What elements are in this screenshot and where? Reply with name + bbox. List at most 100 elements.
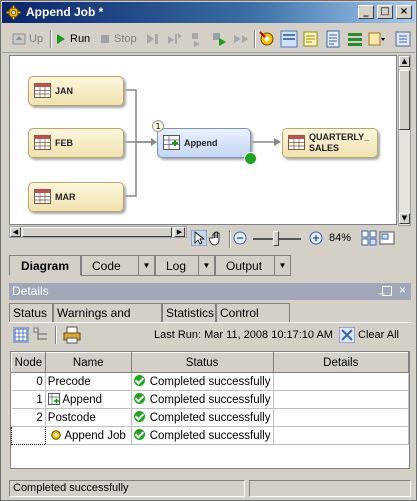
column-header-details[interactable]: Details: [272, 352, 409, 373]
step-icon[interactable]: [144, 30, 162, 48]
row-status: Completed successfully: [149, 376, 271, 388]
panel-close-button[interactable]: ×: [396, 284, 409, 297]
step-over-icon[interactable]: [166, 30, 184, 48]
tab-code[interactable]: Code ▼: [81, 255, 155, 276]
run-from-icon[interactable]: [188, 30, 206, 48]
pointer-icon[interactable]: [191, 230, 207, 246]
properties-icon[interactable]: [324, 30, 342, 48]
diagram-view-icon[interactable]: [280, 30, 298, 48]
column-header-node[interactable]: Node: [11, 352, 46, 373]
cell-details: [273, 372, 409, 391]
zoom-in-icon[interactable]: [309, 231, 323, 245]
tab-status[interactable]: Status: [9, 303, 53, 323]
up-button[interactable]: Up: [12, 31, 43, 47]
job-gear-icon: [51, 430, 61, 440]
details-tabs: Status Warnings and Errors Statistics Co…: [9, 303, 411, 334]
table-row[interactable]: Append Job Completed successfully: [11, 426, 409, 445]
node-label-feb: FEB: [55, 138, 73, 148]
chevron-down-icon[interactable]: ▼: [198, 256, 214, 275]
pan-hand-icon[interactable]: [209, 230, 225, 246]
toolbar-separator: [229, 230, 231, 248]
table-header-row: Node Name Status Details: [11, 352, 409, 373]
success-check-icon: [133, 393, 145, 404]
diagram-vertical-scrollbar[interactable]: ▲ ▼: [398, 55, 411, 226]
scroll-right-button[interactable]: ▶: [174, 227, 185, 237]
run-selected-icon[interactable]: [210, 30, 228, 48]
scroll-thumb[interactable]: [22, 227, 172, 237]
node-label-output-1: QUARTERLY_: [309, 132, 370, 142]
node-label-output-2: SALES: [309, 143, 340, 153]
table-row[interactable]: 0 Precode Completed successfully: [11, 372, 409, 391]
table-row[interactable]: 1 Append Completed successfully: [11, 390, 409, 409]
fit-to-window-icon[interactable]: [361, 230, 377, 246]
zoom-slider-thumb[interactable]: [273, 231, 279, 246]
toolbar-separator: [254, 30, 256, 48]
tab-statistics-label: Statistics: [166, 306, 215, 320]
cell-node: 1: [11, 390, 46, 409]
maximize-button[interactable]: □: [377, 5, 393, 19]
column-header-status[interactable]: Status: [130, 352, 274, 373]
append-transform-icon: [163, 135, 180, 150]
overview-icon[interactable]: [379, 230, 395, 246]
tree-view-icon[interactable]: [33, 327, 49, 343]
notes-icon[interactable]: [302, 30, 320, 48]
column-header-name[interactable]: Name: [44, 352, 132, 373]
tab-log-label: Log: [166, 258, 187, 273]
tab-log[interactable]: Log ▼: [155, 255, 215, 276]
append-transform-icon: [47, 393, 60, 405]
table-row[interactable]: 2 Postcode Completed successfully: [11, 408, 409, 427]
zoom-out-icon[interactable]: [233, 231, 247, 245]
view-tabs: Diagram Code ▼ Log ▼ Output ▼: [9, 255, 411, 277]
close-button[interactable]: ×: [396, 5, 412, 19]
source-node-mar[interactable]: MAR: [28, 182, 124, 212]
node-order-badge: 1: [152, 120, 164, 132]
scroll-down-button[interactable]: ▼: [399, 213, 410, 224]
chevron-down-icon[interactable]: ▼: [274, 256, 290, 275]
run-icon: [57, 34, 65, 44]
table-icon: [34, 135, 51, 150]
zoom-controls: 84%: [189, 228, 399, 250]
print-icon[interactable]: [63, 326, 81, 344]
settings-gear-icon[interactable]: [258, 30, 276, 48]
clear-all-button[interactable]: Clear All: [339, 327, 399, 343]
details-title: Details: [12, 284, 49, 298]
source-node-feb[interactable]: FEB: [28, 128, 124, 158]
success-check-icon: [133, 429, 145, 440]
chevron-down-icon[interactable]: ▼: [138, 256, 154, 275]
stop-icon: [101, 35, 109, 43]
tab-diagram-label: Diagram: [20, 258, 70, 273]
run-button[interactable]: Run: [56, 31, 90, 47]
row-name: Append Job: [64, 430, 126, 442]
title-bar[interactable]: Append Job * _ □ ×: [2, 2, 415, 23]
details-panel-header[interactable]: Details _ ×: [9, 283, 411, 300]
minimize-button[interactable]: _: [358, 5, 374, 19]
scroll-left-button[interactable]: ◀: [10, 227, 21, 237]
tab-warnings-errors[interactable]: Warnings and Errors: [53, 303, 162, 334]
tab-output[interactable]: Output ▼: [215, 255, 291, 276]
more-tools-icon[interactable]: [394, 30, 412, 48]
cell-node: [11, 426, 46, 445]
scroll-up-button[interactable]: ▲: [399, 56, 410, 67]
process-diagram[interactable]: JAN FEB MAR Append 1 QUARTERLY_ SALES: [9, 55, 397, 225]
tab-control-flow[interactable]: Control Flow: [216, 303, 290, 334]
source-node-jan[interactable]: JAN: [28, 76, 124, 106]
success-check-icon: [133, 375, 145, 386]
panel-maximize-button[interactable]: [382, 286, 392, 296]
layout-dropdown-icon[interactable]: [368, 30, 386, 48]
transform-node-append[interactable]: Append: [157, 128, 251, 158]
stop-button[interactable]: Stop: [100, 31, 137, 47]
target-node-quarterly-sales[interactable]: QUARTERLY_ SALES: [282, 128, 378, 158]
diagram-horizontal-scrollbar[interactable]: ◀ ▶: [9, 226, 187, 238]
row-name: Postcode: [47, 411, 96, 424]
tab-diagram[interactable]: Diagram: [9, 255, 81, 276]
cell-details: [273, 390, 409, 409]
cell-status: Completed successfully: [131, 372, 274, 391]
table-view-icon[interactable]: [13, 327, 29, 343]
cell-node: 0: [11, 372, 46, 391]
tab-output-label: Output: [226, 258, 263, 273]
node-label-append: Append: [184, 138, 218, 148]
tab-statistics[interactable]: Statistics: [162, 303, 216, 322]
scroll-thumb[interactable]: [399, 70, 410, 130]
run-to-icon[interactable]: [232, 30, 250, 48]
list-icon[interactable]: [346, 30, 364, 48]
